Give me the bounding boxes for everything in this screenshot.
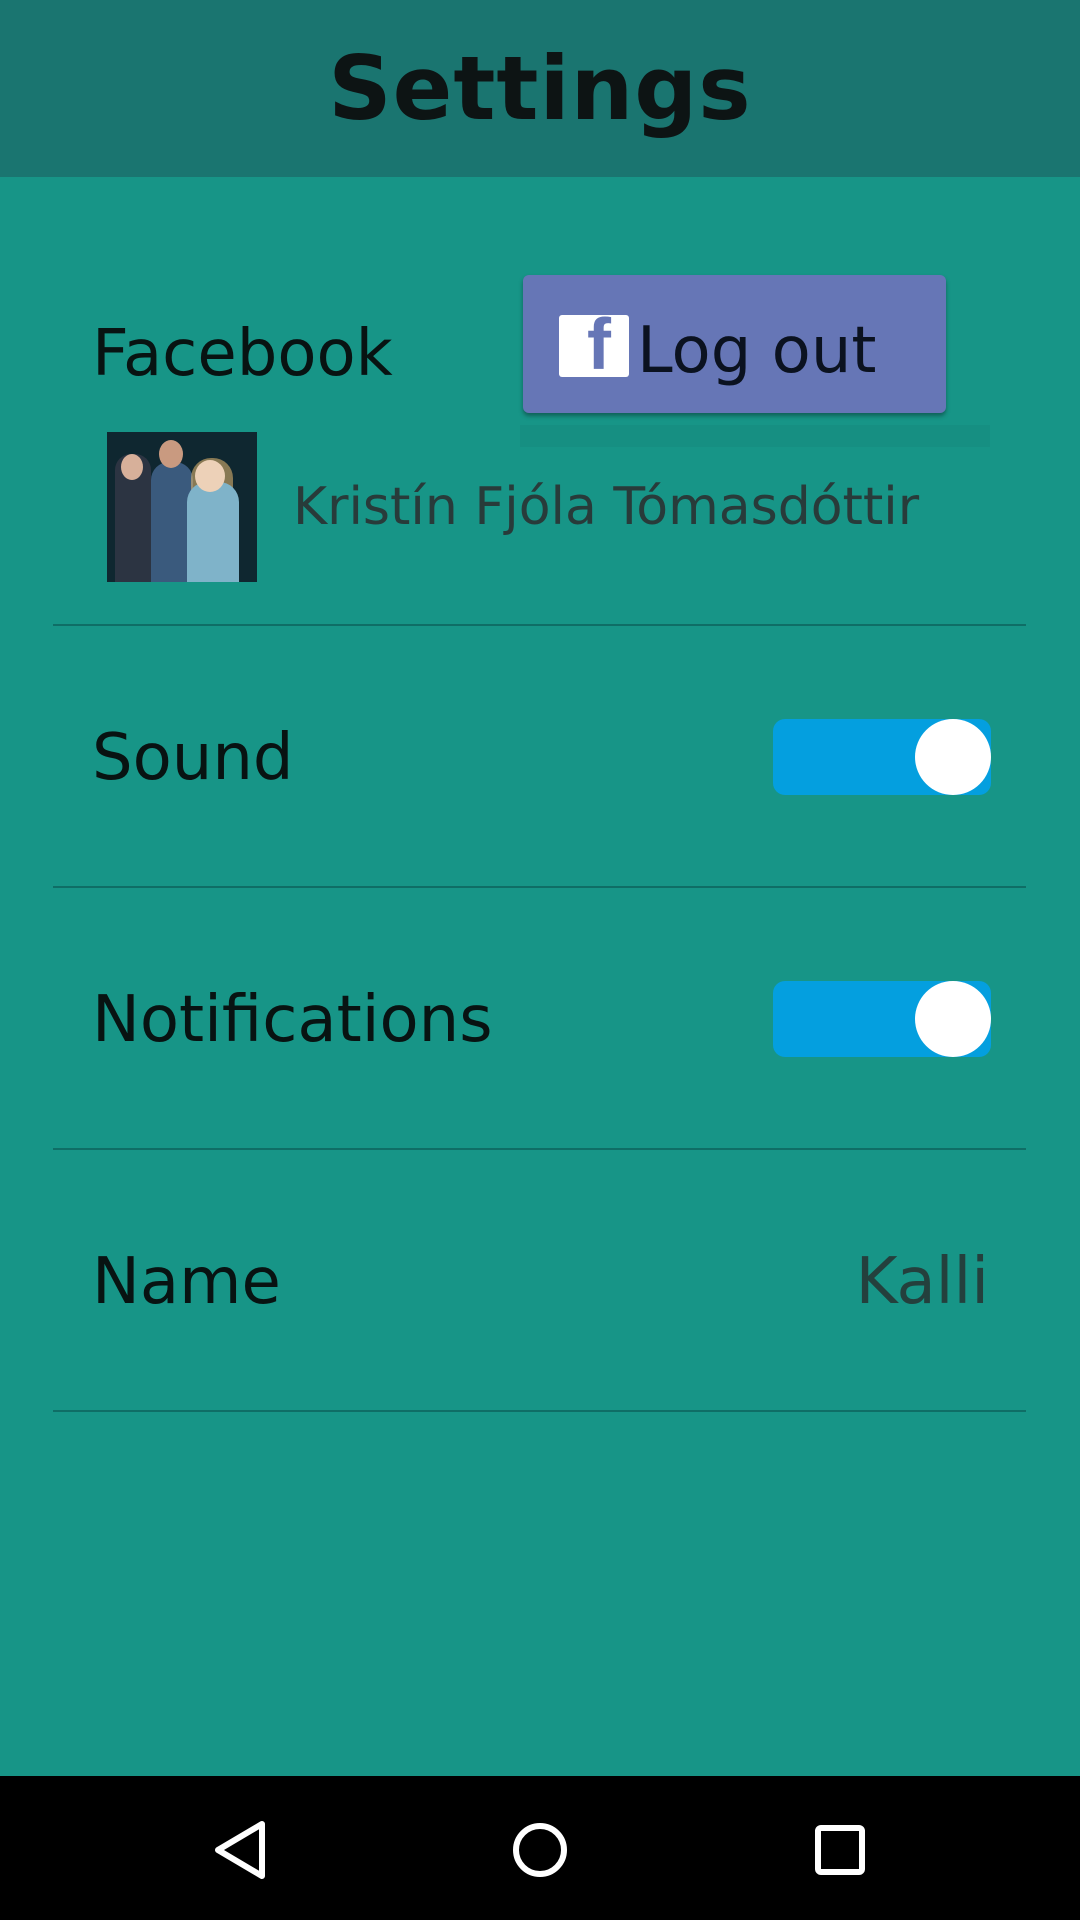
- notifications-toggle[interactable]: [773, 981, 991, 1057]
- back-icon: [215, 1821, 265, 1879]
- button-shadow: [520, 425, 990, 447]
- facebook-user-name: Kristín Fjóla Tómasdóttir: [293, 477, 920, 537]
- divider: [53, 886, 1026, 888]
- facebook-logout-button[interactable]: f Log out: [523, 275, 946, 413]
- page-title: Settings: [328, 37, 752, 140]
- sound-toggle[interactable]: [773, 719, 991, 795]
- notifications-label: Notifications: [92, 983, 493, 1057]
- recent-apps-icon: [815, 1825, 865, 1875]
- facebook-icon: f: [559, 315, 629, 377]
- settings-list: Facebook f Log out Kristín Fjóla Tómasdó…: [0, 177, 1080, 1776]
- divider: [53, 1410, 1026, 1412]
- app-header: Settings: [0, 0, 1080, 177]
- home-icon: [513, 1823, 567, 1877]
- recent-apps-button[interactable]: [790, 1800, 890, 1900]
- toggle-thumb: [915, 981, 991, 1057]
- divider: [53, 1148, 1026, 1150]
- back-button[interactable]: [190, 1800, 290, 1900]
- sound-label: Sound: [92, 721, 294, 795]
- divider: [53, 624, 1026, 626]
- name-label: Name: [92, 1245, 281, 1319]
- facebook-label: Facebook: [92, 317, 393, 391]
- profile-avatar: [107, 432, 257, 582]
- logout-label: Log out: [637, 314, 877, 388]
- name-value[interactable]: Kalli: [856, 1245, 989, 1319]
- toggle-thumb: [915, 719, 991, 795]
- system-navigation-bar: [0, 1776, 1080, 1920]
- home-button[interactable]: [490, 1800, 590, 1900]
